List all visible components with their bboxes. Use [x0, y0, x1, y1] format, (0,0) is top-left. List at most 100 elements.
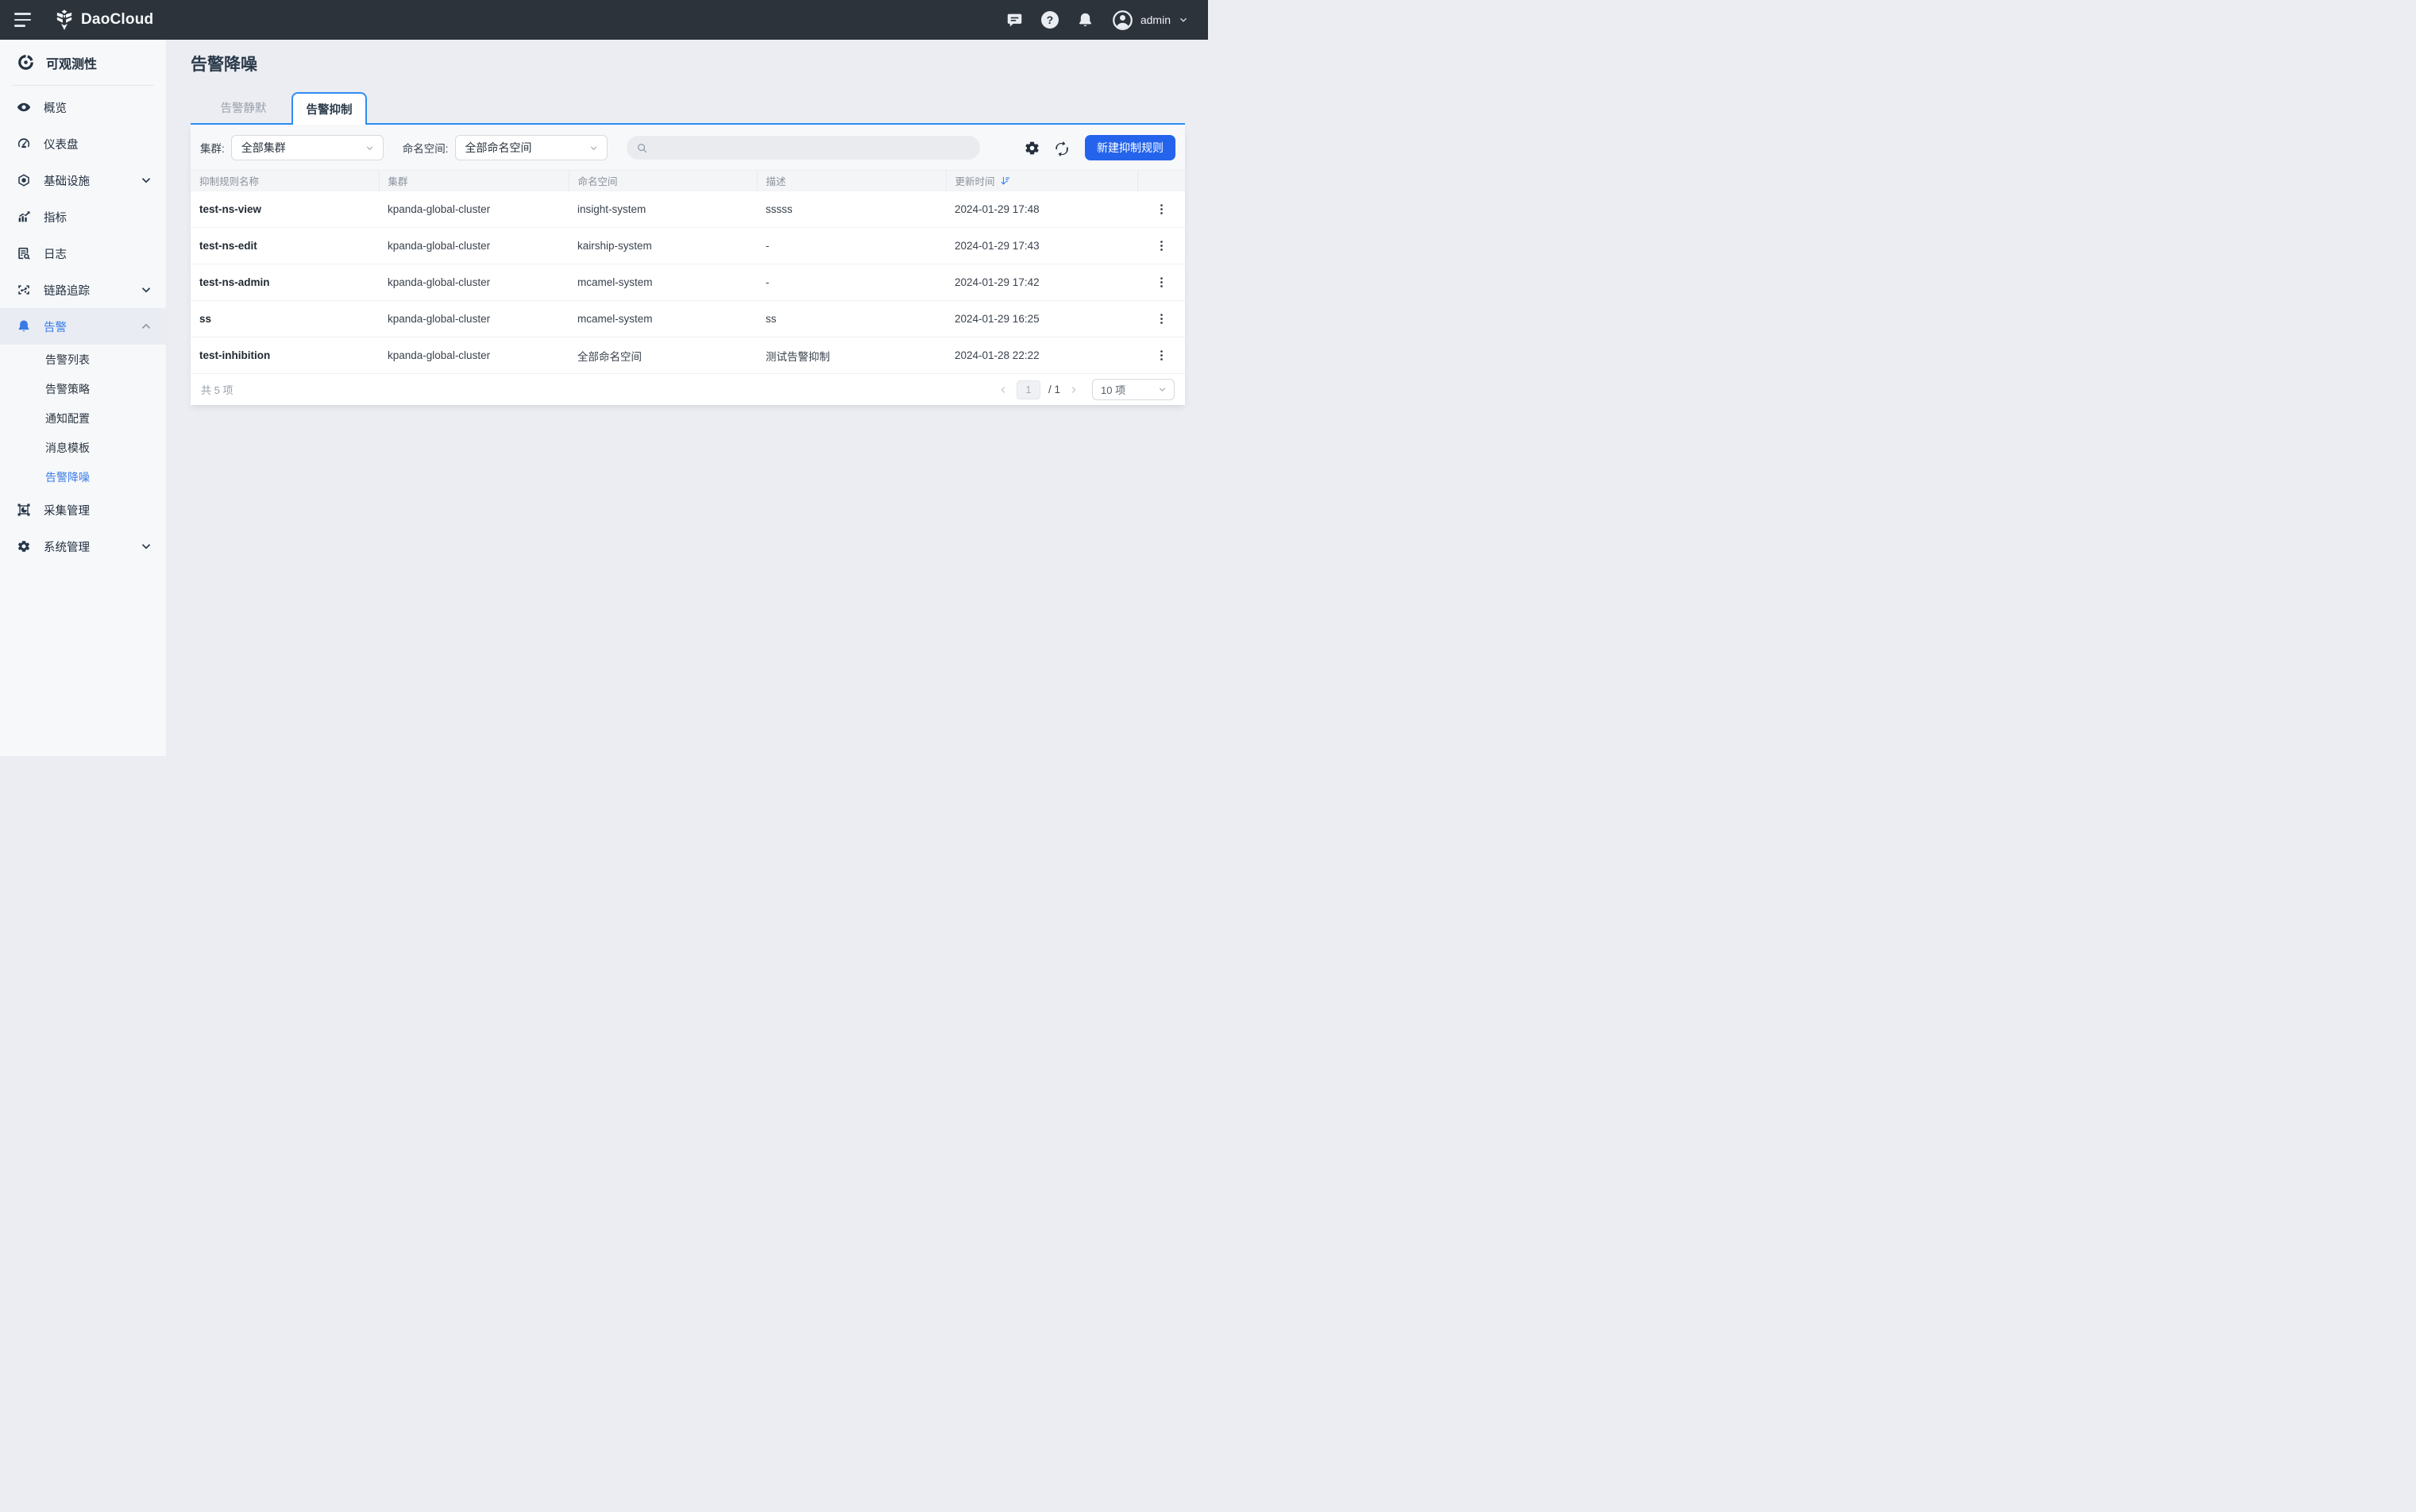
kebab-menu-icon — [1155, 349, 1168, 362]
tab-alert-silence[interactable]: 告警静默 — [206, 92, 281, 123]
search-input[interactable] — [654, 141, 971, 155]
sidebar-header: 可观测性 — [0, 40, 166, 83]
cell-updated: 2024-01-29 17:43 — [946, 228, 1137, 264]
page-size-select[interactable]: 10 项 — [1092, 379, 1175, 400]
divider — [12, 85, 154, 86]
collection-management-icon — [17, 503, 31, 517]
kebab-menu-icon — [1155, 276, 1168, 289]
chevron-down-icon — [1157, 384, 1167, 395]
infrastructure-cube-icon — [17, 173, 31, 187]
cell-namespace: mcamel-system — [569, 264, 757, 301]
cell-description: - — [757, 228, 946, 264]
message-icon[interactable] — [1006, 12, 1023, 29]
sidebar-item-system-management[interactable]: 系统管理 — [0, 528, 166, 565]
filter-toolbar: 集群: 全部集群 命名空间: 全部命名空间 新建抑制规则 — [191, 125, 1185, 170]
cell-cluster: kpanda-global-cluster — [379, 228, 569, 264]
alert-bell-icon — [17, 319, 31, 334]
table-header-row: 抑制规则名称 集群 命名空间 描述 更新时间 — [191, 171, 1185, 191]
sidebar-item-infrastructure[interactable]: 基础设施 — [0, 162, 166, 199]
sidebar-item-alerts[interactable]: 告警 — [0, 308, 166, 345]
cell-namespace: mcamel-system — [569, 301, 757, 338]
tab-alert-inhibition[interactable]: 告警抑制 — [291, 92, 367, 125]
system-gear-icon — [17, 539, 31, 554]
row-actions-button[interactable] — [1149, 307, 1173, 331]
avatar-icon — [1112, 10, 1133, 31]
cell-rule-name: test-ns-view — [191, 191, 379, 228]
inhibition-rules-table: 抑制规则名称 集群 命名空间 描述 更新时间 test-ns-view — [191, 170, 1185, 374]
prev-page-button[interactable] — [998, 384, 1009, 395]
cell-rule-name: ss — [191, 301, 379, 338]
namespace-filter-label: 命名空间: — [403, 140, 449, 156]
table-row: test-ns-edit kpanda-global-cluster kairs… — [191, 228, 1185, 264]
logs-document-icon — [17, 246, 31, 260]
column-header-namespace: 命名空间 — [569, 171, 757, 191]
create-inhibition-rule-button[interactable]: 新建抑制规则 — [1085, 135, 1175, 160]
cell-rule-name: test-ns-admin — [191, 264, 379, 301]
kebab-menu-icon — [1155, 202, 1168, 216]
column-header-rule-name: 抑制规则名称 — [191, 171, 379, 191]
column-header-updated[interactable]: 更新时间 — [946, 171, 1137, 191]
page-number-input[interactable] — [1017, 380, 1040, 399]
sort-descending-icon — [1000, 176, 1010, 186]
cell-updated: 2024-01-29 17:42 — [946, 264, 1137, 301]
daocloud-logo: DaoCloud — [55, 10, 153, 31]
cell-rule-name: test-inhibition — [191, 338, 379, 374]
cell-cluster: kpanda-global-cluster — [379, 264, 569, 301]
observability-icon — [16, 52, 36, 72]
sidebar-item-message-template[interactable]: 消息模板 — [0, 433, 166, 462]
search-box — [627, 136, 980, 160]
row-actions-button[interactable] — [1149, 271, 1173, 295]
cluster-filter-label: 集群: — [200, 140, 225, 156]
sidebar-item-alert-list[interactable]: 告警列表 — [0, 345, 166, 374]
chevron-down-icon — [589, 143, 599, 153]
chevron-left-icon — [998, 384, 1009, 395]
sidebar-item-dashboard[interactable]: 仪表盘 — [0, 125, 166, 162]
chevron-down-icon — [365, 143, 375, 153]
pagination: / 1 10 项 — [998, 379, 1175, 400]
namespace-select-value: 全部命名空间 — [465, 140, 532, 156]
cell-description: sssss — [757, 191, 946, 228]
sidebar-item-metrics[interactable]: 指标 — [0, 199, 166, 235]
settings-gear-icon[interactable] — [1022, 138, 1041, 157]
cell-updated: 2024-01-28 22:22 — [946, 338, 1137, 374]
overview-eye-icon — [17, 100, 31, 114]
row-actions-button[interactable] — [1149, 344, 1173, 368]
table-row: test-ns-admin kpanda-global-cluster mcam… — [191, 264, 1185, 301]
next-page-button[interactable] — [1068, 384, 1079, 395]
sidebar-item-notification-config[interactable]: 通知配置 — [0, 403, 166, 433]
help-icon[interactable] — [1041, 11, 1059, 29]
user-menu[interactable]: admin — [1112, 10, 1189, 31]
row-actions-button[interactable] — [1149, 234, 1173, 258]
sidebar-item-alert-policy[interactable]: 告警策略 — [0, 374, 166, 403]
username: admin — [1140, 14, 1171, 26]
column-header-actions — [1137, 171, 1185, 191]
cell-cluster: kpanda-global-cluster — [379, 338, 569, 374]
sidebar-item-tracing[interactable]: 链路追踪 — [0, 272, 166, 308]
column-header-cluster: 集群 — [379, 171, 569, 191]
cluster-select[interactable]: 全部集群 — [231, 135, 384, 160]
sidebar-item-overview[interactable]: 概览 — [0, 89, 166, 125]
sidebar-item-collection-management[interactable]: 采集管理 — [0, 492, 166, 528]
sidebar-item-alert-noise-reduction[interactable]: 告警降噪 — [0, 462, 166, 492]
column-header-description: 描述 — [757, 171, 946, 191]
chevron-up-icon — [139, 319, 153, 334]
sidebar-title: 可观测性 — [46, 53, 97, 72]
cell-cluster: kpanda-global-cluster — [379, 301, 569, 338]
cell-updated: 2024-01-29 17:48 — [946, 191, 1137, 228]
brand-name: DaoCloud — [81, 11, 153, 29]
chevron-down-icon — [139, 173, 153, 187]
page-count: / 1 — [1048, 384, 1060, 395]
topbar: DaoCloud admin — [0, 0, 1208, 40]
cell-namespace: insight-system — [569, 191, 757, 228]
row-actions-button[interactable] — [1149, 197, 1173, 221]
sidebar-item-logs[interactable]: 日志 — [0, 235, 166, 272]
notification-icon[interactable] — [1077, 12, 1094, 29]
chevron-down-icon — [139, 539, 153, 554]
menu-toggle-icon[interactable] — [14, 10, 32, 30]
refresh-icon[interactable] — [1052, 138, 1071, 157]
main-content: 告警降噪 告警静默 告警抑制 集群: 全部集群 命名空间: 全部命名空间 — [167, 40, 1208, 756]
dashboard-gauge-icon — [17, 137, 31, 151]
namespace-select[interactable]: 全部命名空间 — [455, 135, 608, 160]
cell-namespace: kairship-system — [569, 228, 757, 264]
total-count: 共 5 项 — [201, 382, 233, 397]
